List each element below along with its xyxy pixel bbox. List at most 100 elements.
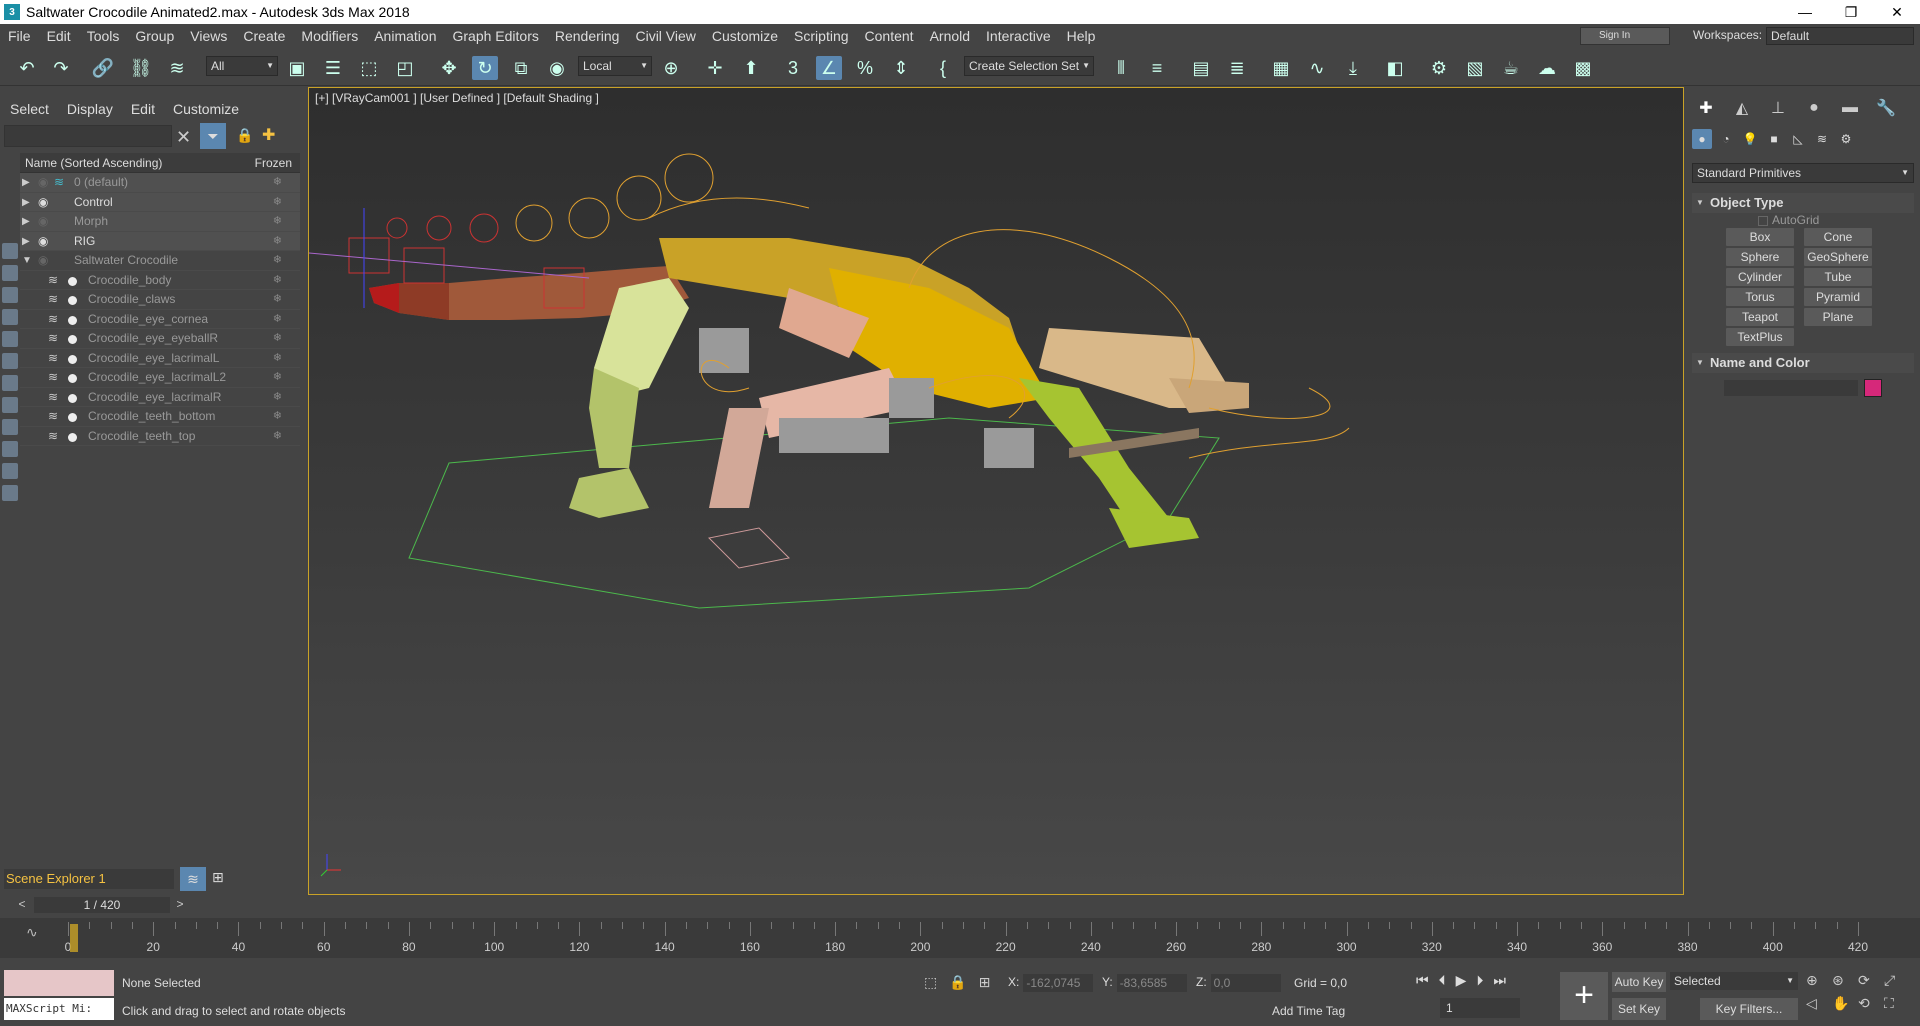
freeze-icon[interactable]: ❄ bbox=[273, 232, 282, 252]
expand-arrow-icon[interactable]: ▶ bbox=[22, 212, 30, 232]
tab-display[interactable]: Display bbox=[67, 101, 113, 117]
pyramid-button[interactable]: Pyramid bbox=[1804, 288, 1872, 306]
unlink-icon[interactable]: ⛓ bbox=[128, 56, 154, 80]
display-lights-icon[interactable] bbox=[2, 287, 18, 303]
expand-arrow-icon[interactable]: ▶ bbox=[22, 173, 30, 193]
menu-customize[interactable]: Customize bbox=[704, 28, 786, 44]
rendered-frame-window-icon[interactable]: ▧ bbox=[1462, 56, 1488, 80]
sphere-button[interactable]: Sphere bbox=[1726, 248, 1794, 266]
menu-tools[interactable]: Tools bbox=[79, 28, 128, 44]
display-bones-icon[interactable] bbox=[2, 419, 18, 435]
maximize-button[interactable]: ❐ bbox=[1828, 0, 1874, 24]
bind-space-warp-icon[interactable]: ≋ bbox=[164, 56, 190, 80]
cylinder-button[interactable]: Cylinder bbox=[1726, 268, 1794, 286]
utilities-tab-icon[interactable]: 🔧 bbox=[1868, 97, 1904, 119]
app-icon[interactable]: 3 bbox=[4, 4, 20, 20]
render-cloud-icon[interactable]: ☁ bbox=[1534, 56, 1560, 80]
object-name-input[interactable] bbox=[1724, 380, 1858, 396]
motion-tab-icon[interactable]: ● bbox=[1796, 97, 1832, 119]
select-manipulate-icon[interactable]: ✛ bbox=[702, 56, 728, 80]
menu-civil-view[interactable]: Civil View bbox=[627, 28, 703, 44]
menu-group[interactable]: Group bbox=[127, 28, 182, 44]
pan-icon[interactable]: ✋ bbox=[1832, 995, 1856, 1012]
menu-file[interactable]: File bbox=[0, 28, 39, 44]
mirror-icon[interactable]: ⫴ bbox=[1108, 56, 1134, 80]
tab-select[interactable]: Select bbox=[10, 101, 49, 117]
helpers-icon[interactable]: ◺ bbox=[1788, 129, 1808, 149]
ribbon-toggle-icon[interactable]: ▦ bbox=[1268, 56, 1294, 80]
scale-icon[interactable]: ⧉ bbox=[508, 56, 534, 80]
cameras-icon[interactable]: ■ bbox=[1764, 129, 1784, 149]
menu-scripting[interactable]: Scripting bbox=[786, 28, 856, 44]
modify-tab-icon[interactable]: ◭ bbox=[1724, 97, 1760, 119]
display-spacewarps-icon[interactable] bbox=[2, 353, 18, 369]
curve-editor-icon[interactable]: ∿ bbox=[1304, 56, 1330, 80]
eye-icon[interactable]: ◉ bbox=[38, 251, 48, 271]
tree-row[interactable]: ▼ ◉ Saltwater Crocodile ❄ bbox=[20, 251, 300, 271]
box-button[interactable]: Box bbox=[1726, 228, 1794, 246]
display-hidden-icon[interactable] bbox=[2, 485, 18, 501]
tree-row[interactable]: ≋ Crocodile_eye_lacrimalR ❄ bbox=[20, 388, 300, 407]
freeze-icon[interactable]: ❄ bbox=[273, 193, 282, 213]
display-tab-icon[interactable]: ▬ bbox=[1832, 97, 1868, 119]
tree-row[interactable]: ≋ Crocodile_teeth_bottom ❄ bbox=[20, 407, 300, 427]
maxscript-listener[interactable]: MAXScript Mi: bbox=[4, 970, 114, 1024]
rotate-icon[interactable]: ↻ bbox=[472, 56, 498, 80]
placement-icon[interactable]: ◉ bbox=[544, 56, 570, 80]
eye-icon[interactable]: ◉ bbox=[38, 173, 48, 193]
next-frame-icon[interactable]: ⏵ bbox=[1476, 972, 1483, 989]
freeze-icon[interactable]: ❄ bbox=[273, 310, 282, 330]
object-type-rollout[interactable]: Object Type bbox=[1692, 193, 1914, 213]
scene-explorer-toggle-icon[interactable]: ▤ bbox=[1188, 56, 1214, 80]
tube-button[interactable]: Tube bbox=[1804, 268, 1872, 286]
plane-button[interactable]: Plane bbox=[1804, 308, 1872, 326]
go-to-start-icon[interactable]: ⏮ bbox=[1416, 972, 1429, 989]
selection-filter-select[interactable]: All bbox=[206, 56, 278, 76]
go-to-end-icon[interactable]: ⏭ bbox=[1493, 972, 1506, 989]
display-xrefs-icon[interactable] bbox=[2, 397, 18, 413]
perspective-viewport[interactable]: [+] [VRayCam001 ] [User Defined ] [Defau… bbox=[308, 87, 1684, 895]
display-shapes-icon[interactable] bbox=[2, 265, 18, 281]
move-icon[interactable]: ✥ bbox=[436, 56, 462, 80]
tree-row[interactable]: ≋ Crocodile_eye_cornea ❄ bbox=[20, 310, 300, 330]
field-of-view-icon[interactable]: ◁ bbox=[1806, 995, 1830, 1012]
time-next-icon[interactable]: > bbox=[172, 897, 188, 913]
tree-row[interactable]: ≋ Crocodile_teeth_top ❄ bbox=[20, 427, 300, 447]
display-frozen-icon[interactable] bbox=[2, 463, 18, 479]
teapot-button[interactable]: Teapot bbox=[1726, 308, 1794, 326]
set-keys-icon[interactable]: + bbox=[1560, 972, 1608, 1020]
expand-arrow-icon[interactable]: ▶ bbox=[22, 193, 30, 213]
clear-search-icon[interactable]: ✕ bbox=[176, 127, 191, 148]
play-icon[interactable]: ▶ bbox=[1456, 972, 1467, 989]
track-bar[interactable]: ∿ 0 20 40 60 80 100 120 140 160 180 200 220 240 260 28… bbox=[0, 918, 1920, 958]
filter-icon[interactable]: ⏷ bbox=[200, 123, 226, 149]
tree-row[interactable]: ≋ Crocodile_body ❄ bbox=[20, 271, 300, 291]
freeze-icon[interactable]: ❄ bbox=[273, 271, 282, 291]
menu-create[interactable]: Create bbox=[235, 28, 293, 44]
freeze-icon[interactable]: ❄ bbox=[273, 212, 282, 232]
freeze-icon[interactable]: ❄ bbox=[273, 329, 282, 349]
textplus-button[interactable]: TextPlus bbox=[1726, 328, 1794, 346]
zoom-icon[interactable]: ⊕ bbox=[1806, 972, 1830, 989]
mini-curve-editor-icon[interactable]: ∿ bbox=[26, 924, 38, 941]
create-tab-icon[interactable]: ✚ bbox=[1688, 97, 1724, 119]
category-select[interactable]: Standard Primitives bbox=[1692, 163, 1914, 183]
sign-in-dropdown[interactable]: Sign In bbox=[1580, 27, 1670, 45]
maxscript-output[interactable] bbox=[4, 970, 114, 996]
freeze-icon[interactable]: ❄ bbox=[273, 427, 282, 447]
tree-row[interactable]: ≋ Crocodile_eye_lacrimalL ❄ bbox=[20, 349, 300, 369]
menu-graph-editors[interactable]: Graph Editors bbox=[444, 28, 546, 44]
edit-named-selection-icon[interactable]: { bbox=[930, 56, 956, 80]
select-object-icon[interactable]: ▣ bbox=[284, 56, 310, 80]
link-icon[interactable]: 🔗 bbox=[90, 56, 116, 80]
tree-row[interactable]: ▶ ◉ ≋ 0 (default) ❄ bbox=[20, 173, 300, 193]
display-cameras-icon[interactable] bbox=[2, 309, 18, 325]
name-and-color-rollout[interactable]: Name and Color bbox=[1692, 353, 1914, 373]
scene-search-input[interactable] bbox=[4, 125, 172, 147]
undo-icon[interactable]: ↶ bbox=[14, 56, 40, 80]
freeze-icon[interactable]: ❄ bbox=[273, 349, 282, 369]
layer-explorer-icon[interactable]: ≣ bbox=[1224, 56, 1250, 80]
lock-icon[interactable]: 🔒 bbox=[236, 127, 253, 144]
previous-frame-icon[interactable]: ⏴ bbox=[1439, 972, 1446, 989]
rectangle-region-icon[interactable]: ⬚ bbox=[356, 56, 382, 80]
